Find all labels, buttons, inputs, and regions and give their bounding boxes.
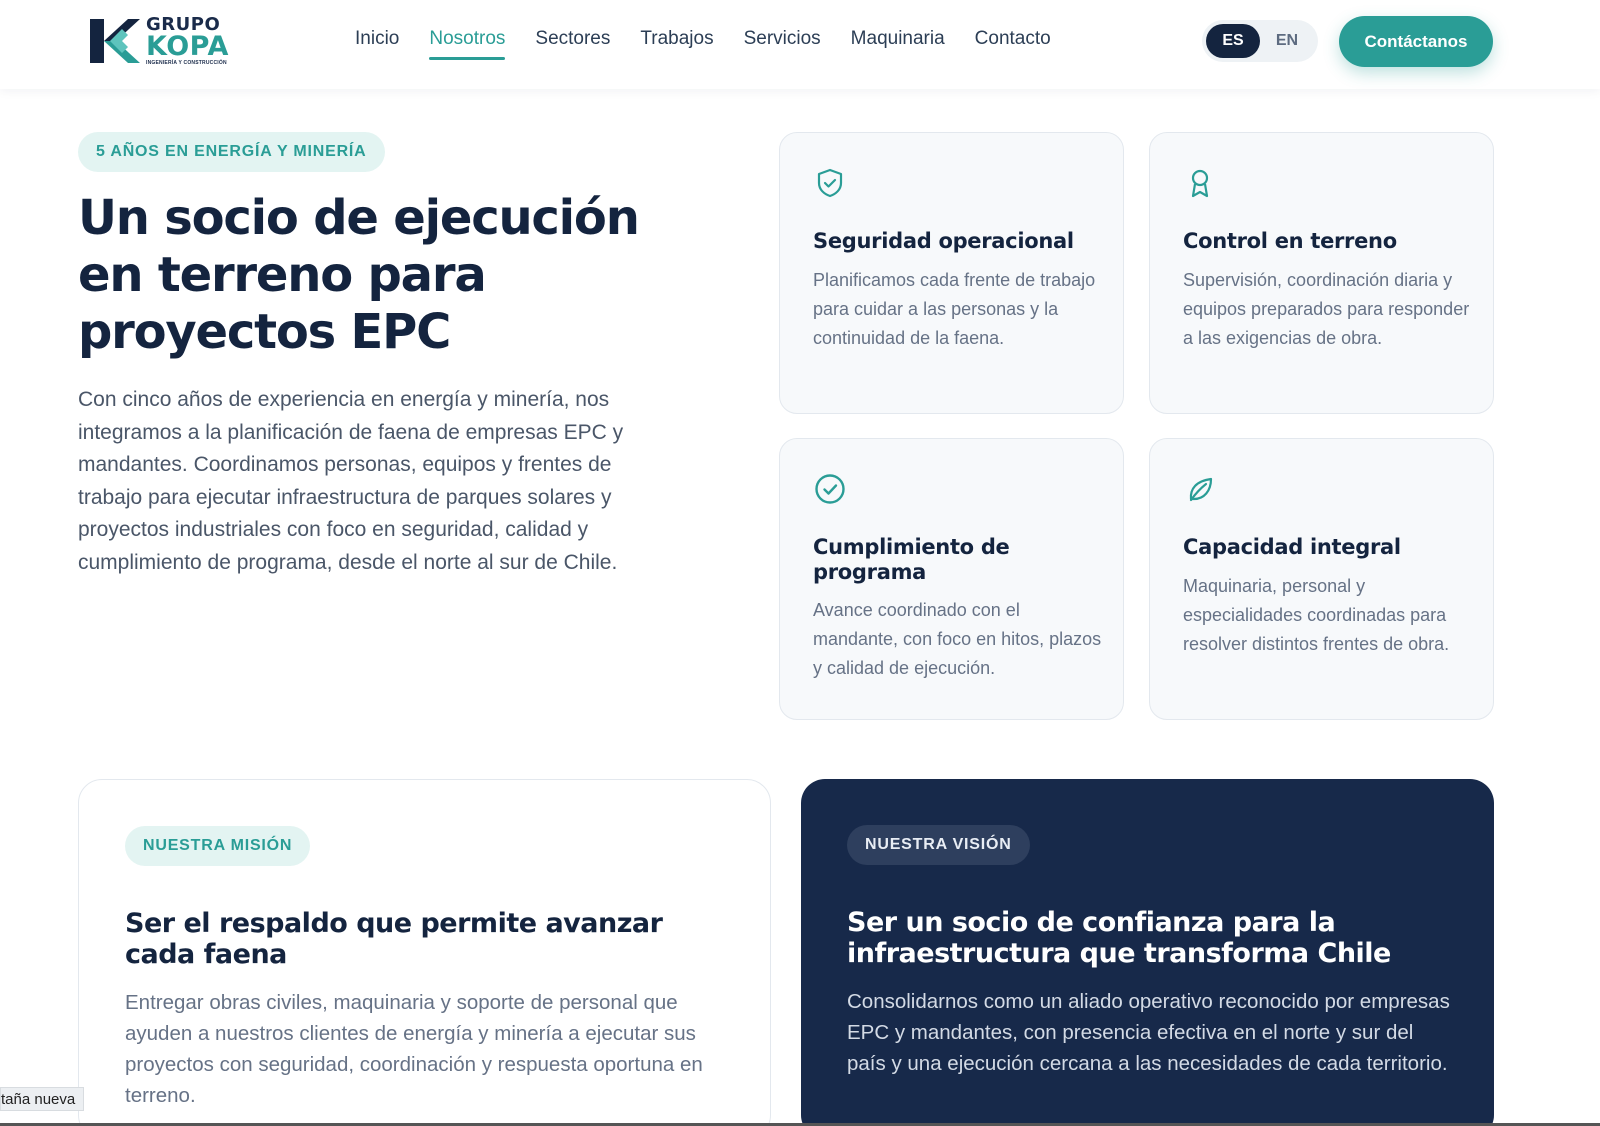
nav-item-inicio[interactable]: Inicio — [355, 28, 399, 60]
vision-card: NUESTRA VISIÓN Ser un socio de confianza… — [801, 779, 1494, 1126]
nav-item-contacto[interactable]: Contacto — [975, 28, 1051, 60]
mission-title: Ser el respaldo que permite avanzar cada… — [125, 908, 663, 970]
feature-title: Control en terreno — [1183, 229, 1397, 253]
browser-status-tooltip: taña nueva — [0, 1087, 85, 1111]
feature-title: Cumplimiento de programa — [813, 535, 1010, 584]
check-circle-icon — [815, 474, 845, 504]
nav-item-servicios[interactable]: Servicios — [744, 28, 821, 60]
vision-description: Consolidarnos como un aliado operativo r… — [847, 990, 1450, 1075]
mission-card: NUESTRA MISIÓN Ser el respaldo que permi… — [78, 779, 771, 1126]
logo-tagline: INGENIERÍA Y CONSTRUCCIÓN — [146, 60, 227, 66]
feature-title: Seguridad operacional — [813, 229, 1074, 253]
feature-description: Supervisión, coordinación diaria y equip… — [1183, 270, 1470, 348]
mission-description: Entregar obras civiles, maquinaria y sop… — [125, 991, 703, 1107]
hero-description: Con cinco años de experiencia en energía… — [78, 388, 624, 574]
hero-title: Un socio de ejecución en terreno para pr… — [78, 190, 640, 360]
feature-title: Capacidad integral — [1183, 535, 1401, 559]
feature-card-control: Control en terreno Supervisión, coordina… — [1149, 132, 1494, 414]
nav-item-maquinaria[interactable]: Maquinaria — [851, 28, 945, 60]
nav-item-nosotros[interactable]: Nosotros — [429, 28, 506, 60]
vision-title: Ser un socio de confianza para la infrae… — [847, 907, 1391, 969]
lang-es-button[interactable]: ES — [1206, 24, 1260, 58]
logo-line2: KOPA — [146, 31, 229, 62]
nav-item-sectores[interactable]: Sectores — [535, 28, 610, 60]
contact-cta-button[interactable]: Contáctanos — [1339, 16, 1493, 67]
experience-badge: 5 AÑOS EN ENERGÍA Y MINERÍA — [78, 132, 385, 172]
feature-card-capacidad: Capacidad integral Maquinaria, personal … — [1149, 438, 1494, 720]
nav-item-trabajos[interactable]: Trabajos — [640, 28, 713, 60]
leaf-icon — [1189, 477, 1213, 502]
main-nav: Inicio Nosotros Sectores Trabajos Servic… — [355, 28, 1081, 60]
feature-description: Avance coordinado con el mandante, con f… — [813, 600, 1102, 678]
logo[interactable]: GRUPO KOPA INGENIERÍA Y CONSTRUCCIÓN — [88, 12, 238, 70]
feature-description: Maquinaria, personal y especialidades co… — [1183, 576, 1450, 654]
site-header: GRUPO KOPA INGENIERÍA Y CONSTRUCCIÓN Ini… — [0, 0, 1600, 89]
lang-en-button[interactable]: EN — [1260, 24, 1314, 58]
mission-badge: NUESTRA MISIÓN — [125, 826, 311, 866]
feature-card-cumplimiento: Cumplimiento de programa Avance coordina… — [779, 438, 1124, 720]
feature-card-seguridad: Seguridad operacional Planificamos cada … — [779, 132, 1124, 414]
award-icon — [1191, 169, 1209, 198]
kopa-logo-mark-icon — [90, 19, 140, 63]
language-toggle: ES EN — [1202, 20, 1318, 62]
vision-badge: NUESTRA VISIÓN — [847, 825, 1030, 865]
feature-description: Planificamos cada frente de trabajo para… — [813, 270, 1096, 348]
shield-check-icon — [817, 168, 843, 198]
